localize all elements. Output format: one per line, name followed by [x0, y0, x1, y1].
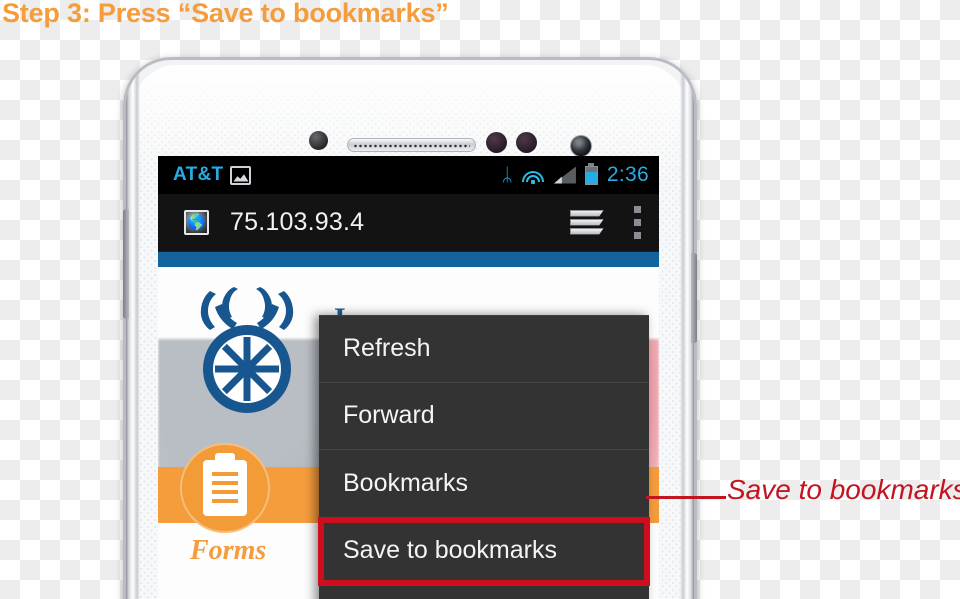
- menu-item-share-page[interactable]: Share page: [319, 585, 649, 599]
- status-bar-icons: ᛦ 2:36: [502, 163, 649, 187]
- light-sensor-icon: [516, 132, 537, 153]
- notification-led-icon: [309, 131, 328, 150]
- browser-windows-icon[interactable]: [570, 208, 606, 238]
- earpiece-mesh: [353, 143, 470, 149]
- cell-signal-icon: [553, 166, 576, 184]
- menu-item-label: Forward: [343, 401, 435, 430]
- menu-item-refresh[interactable]: Refresh: [319, 315, 649, 383]
- menu-item-label: Refresh: [343, 334, 431, 363]
- forms-label[interactable]: Forms: [190, 535, 266, 567]
- samsung-phone-device: SAMSUNG AT&T ᛦ: [123, 57, 697, 599]
- earpiece-speaker-icon: [347, 138, 476, 152]
- screenshot-canvas: Step 3: Press “Save to bookmarks” SAMSUN…: [0, 0, 960, 599]
- proximity-sensor-icon: [486, 132, 507, 153]
- menu-item-label: Save to bookmarks: [343, 536, 557, 565]
- front-camera-icon: [570, 135, 592, 157]
- power-button[interactable]: [691, 253, 697, 343]
- clipboard-glyph: [203, 460, 247, 516]
- menu-item-save-to-bookmarks[interactable]: Save to bookmarks: [318, 516, 650, 586]
- browser-overflow-menu: Refresh Forward Bookmarks Save to bookma…: [318, 315, 650, 599]
- browser-url-bar: 🌎 75.103.93.4: [158, 194, 659, 252]
- clipboard-icon[interactable]: [180, 443, 270, 533]
- screenshot-image-icon: [230, 165, 252, 185]
- status-bar-clock: 2:36: [606, 163, 649, 186]
- step-title: Step 3: Press “Save to bookmarks”: [2, 0, 449, 28]
- annotation-leader-line: [646, 496, 726, 499]
- page-top-bar: [158, 252, 659, 267]
- android-status-bar: AT&T ᛦ 2:36: [158, 156, 659, 194]
- carrier-label: AT&T: [173, 164, 224, 185]
- overflow-menu-icon[interactable]: [634, 206, 641, 239]
- menu-item-bookmarks[interactable]: Bookmarks: [319, 450, 649, 518]
- phone-screen: AT&T ᛦ 2:36 🌎 75.103.93.4 Forms Refresh …: [158, 156, 659, 599]
- menu-item-forward[interactable]: Forward: [319, 383, 649, 450]
- annotation-label: Save to bookmarks: [727, 474, 960, 505]
- volume-button[interactable]: [123, 209, 129, 319]
- bluetooth-icon: ᛦ: [501, 164, 513, 186]
- menu-item-label: Bookmarks: [343, 468, 469, 497]
- battery-icon: [584, 165, 598, 185]
- teamsters-horses-wheel-logo: [200, 287, 294, 413]
- globe-favicon-icon: 🌎: [184, 210, 209, 235]
- wifi-icon: [522, 167, 545, 184]
- url-text[interactable]: 75.103.93.4: [230, 208, 364, 237]
